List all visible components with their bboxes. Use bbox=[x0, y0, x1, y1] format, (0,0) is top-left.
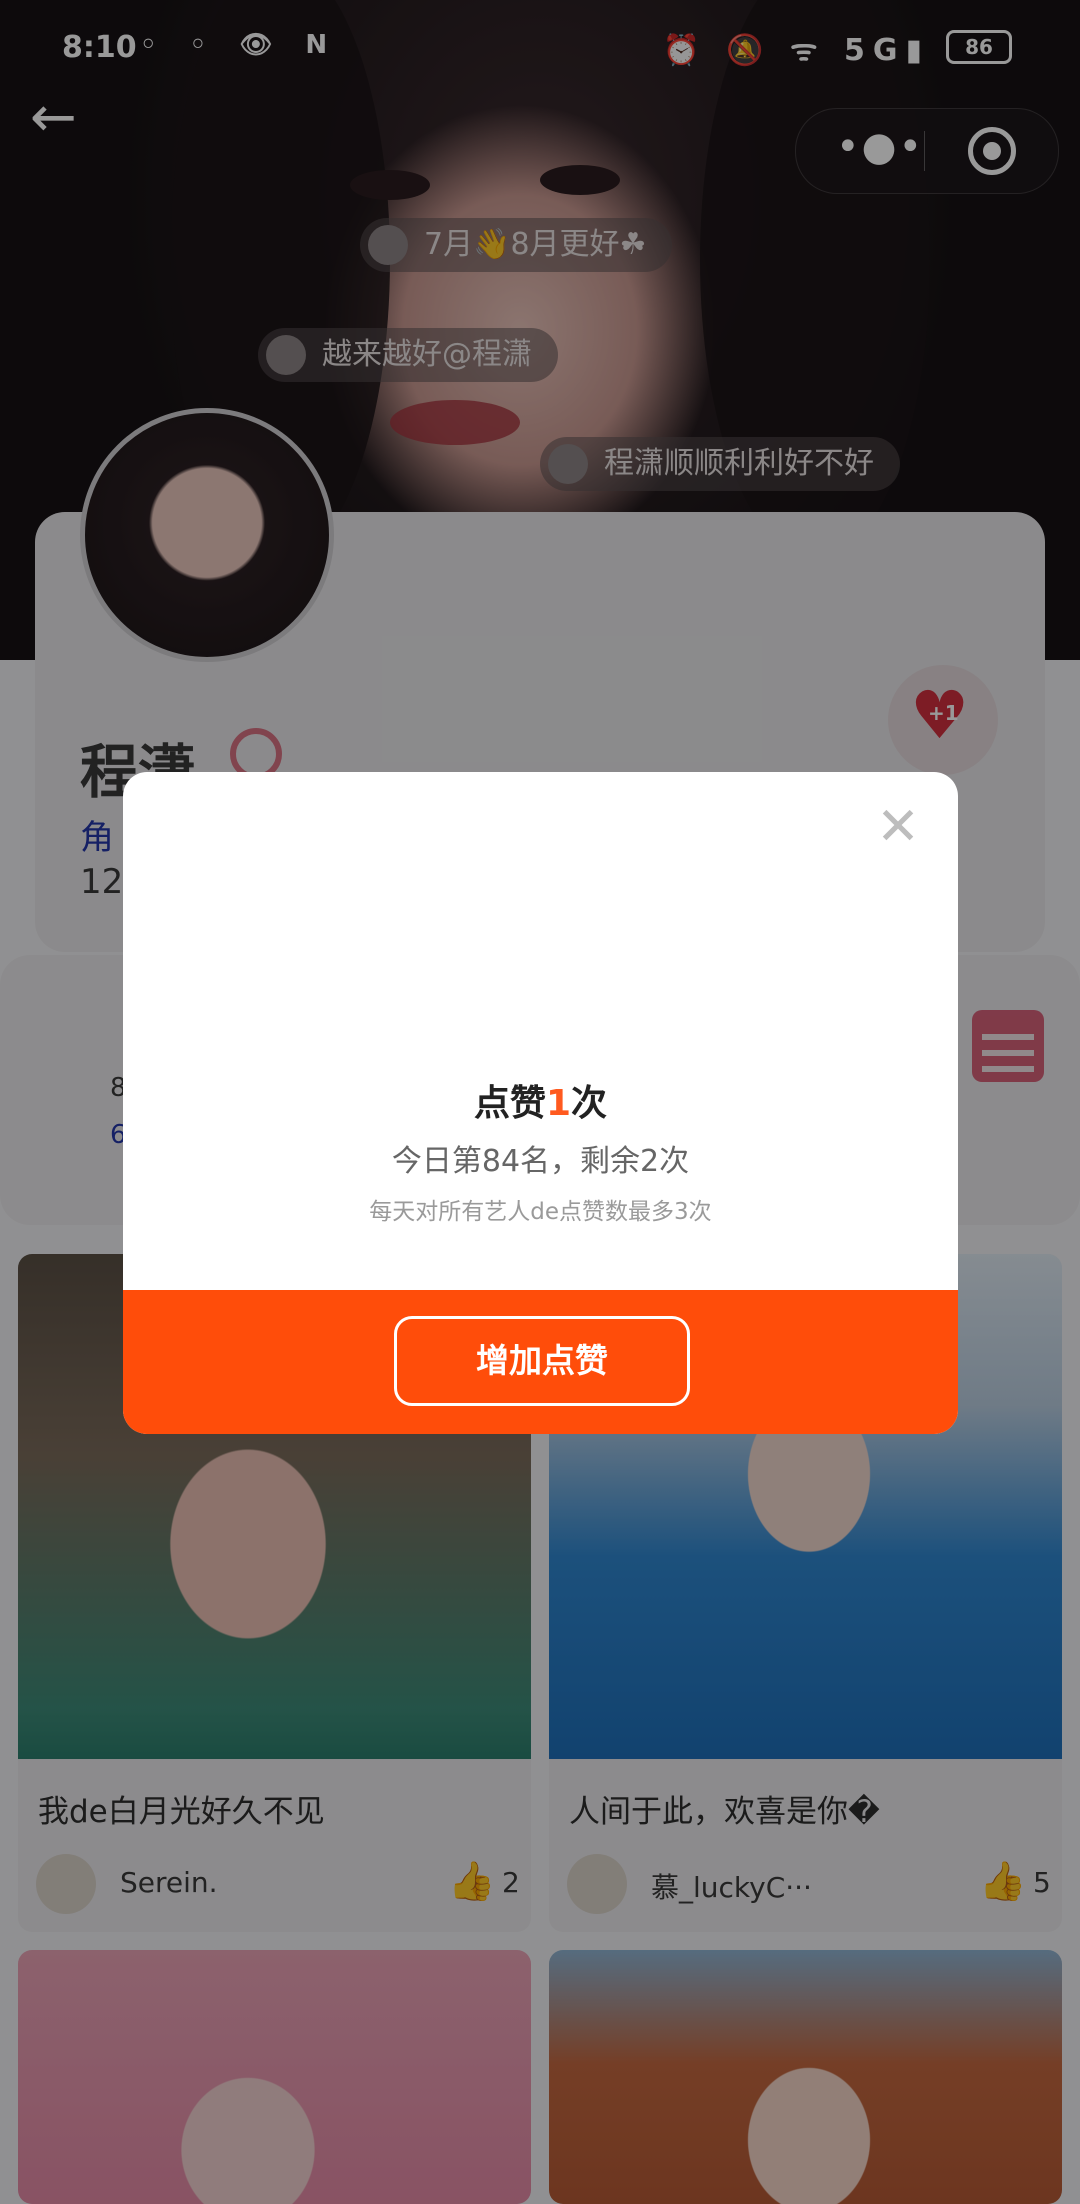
title-number: 1 bbox=[545, 1083, 572, 1124]
close-icon[interactable]: ✕ bbox=[875, 801, 921, 853]
dialog-title: 点赞1次 bbox=[123, 1074, 958, 1126]
limit-text: 每天对所有艺人de点赞数最多3次 bbox=[369, 1199, 712, 1225]
like-result-dialog: ✕ 点赞1次 今日第84名，剩余2次 每天对所有艺人de点赞数最多3次 增加点赞 bbox=[123, 772, 958, 1434]
title-prefix: 点赞 bbox=[473, 1083, 546, 1124]
dialog-footer: 增加点赞 bbox=[123, 1290, 958, 1434]
add-like-button[interactable]: 增加点赞 bbox=[394, 1316, 690, 1406]
rank-text: 今日第84名，剩余2次 bbox=[391, 1144, 690, 1179]
title-suffix: 次 bbox=[571, 1083, 608, 1124]
